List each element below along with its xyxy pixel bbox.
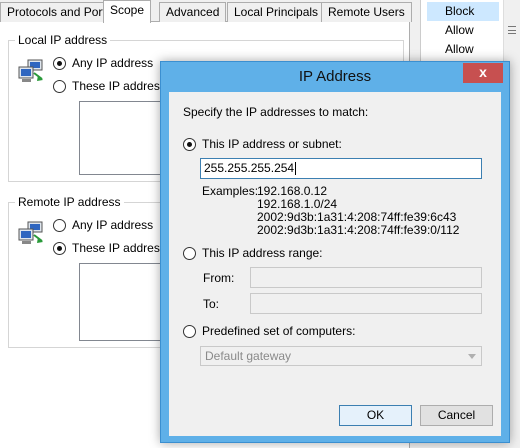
list-item[interactable]: Block [427, 2, 499, 21]
radio-indicator [183, 325, 196, 339]
text-caret [295, 162, 297, 176]
tab-protocols-and-ports[interactable]: Protocols and Ports [0, 2, 119, 22]
instruction-text: Specify the IP addresses to match: [183, 105, 369, 119]
radio-indicator [53, 57, 66, 71]
remote-these-ip-label: These IP address [72, 241, 166, 255]
tab-local-principals[interactable]: Local Principals [227, 2, 326, 22]
remote-ip-group-title: Remote IP address [15, 195, 124, 209]
ip-address-dialog: IP Address x Specify the IP addresses to… [160, 61, 510, 443]
rule-action-list[interactable]: Block Allow Allow [420, 0, 520, 62]
predefined-select[interactable]: Default gateway [200, 346, 482, 366]
radio-indicator [53, 219, 66, 233]
scrollbar-grip-icon [508, 26, 516, 34]
subnet-input-value: 255.255.255.254 [204, 161, 295, 175]
range-label: This IP address range: [202, 246, 323, 260]
tab-advanced[interactable]: Advanced [159, 2, 227, 22]
subnet-radio[interactable]: This IP address or subnet: [183, 137, 342, 152]
cancel-button[interactable]: Cancel [420, 405, 493, 426]
radio-indicator [53, 80, 66, 94]
to-label: To: [203, 297, 220, 311]
remote-ip-listbox[interactable] [79, 263, 169, 341]
network-computers-icon [18, 59, 43, 82]
tab-strip: Protocols and Ports Scope Advanced Local… [0, 0, 412, 23]
remote-any-ip-label: Any IP address [72, 218, 154, 232]
local-ip-listbox[interactable] [79, 101, 169, 175]
subnet-input[interactable]: 255.255.255.254 [200, 158, 482, 179]
range-radio[interactable]: This IP address range: [183, 246, 323, 261]
range-to-input[interactable] [250, 293, 482, 314]
radio-indicator [53, 242, 66, 256]
local-these-ip-label: These IP address [72, 79, 166, 93]
predefined-radio[interactable]: Predefined set of computers: [183, 324, 356, 339]
remote-any-ip-radio[interactable]: Any IP address [53, 218, 154, 233]
network-computers-icon [18, 221, 43, 244]
dialog-body: Specify the IP addresses to match: This … [169, 92, 501, 436]
range-from-input[interactable] [250, 267, 482, 288]
radio-indicator [183, 138, 196, 152]
ok-button[interactable]: OK [339, 405, 412, 426]
list-item[interactable]: Allow [445, 40, 501, 59]
close-button[interactable]: x [463, 63, 503, 83]
local-ip-group-title: Local IP address [15, 33, 111, 47]
close-icon: x [479, 64, 487, 80]
local-any-ip-label: Any IP address [72, 56, 154, 70]
predefined-select-value: Default gateway [205, 349, 292, 363]
local-these-ip-radio[interactable]: These IP address [53, 79, 166, 94]
example-item: 2002:9d3b:1a31:4:208:74ff:fe39:6c43 [257, 210, 457, 224]
examples-label: Examples: [202, 184, 259, 198]
local-any-ip-radio[interactable]: Any IP address [53, 56, 154, 71]
chevron-down-icon [468, 354, 476, 359]
list-item[interactable]: Allow [445, 21, 501, 40]
tab-scope[interactable]: Scope [103, 0, 152, 23]
tab-remote-users[interactable]: Remote Users [321, 2, 412, 22]
remote-these-ip-radio[interactable]: These IP address [53, 241, 166, 256]
vertical-scrollbar[interactable] [503, 0, 520, 62]
predefined-label: Predefined set of computers: [202, 324, 356, 338]
subnet-label: This IP address or subnet: [202, 137, 342, 151]
example-item: 192.168.0.12 [257, 184, 328, 198]
from-label: From: [203, 271, 235, 285]
dialog-title: IP Address [298, 68, 372, 85]
example-item: 192.168.1.0/24 [257, 197, 338, 211]
radio-indicator [183, 247, 196, 261]
example-item: 2002:9d3b:1a31:4:208:74ff:fe39:0/112 [257, 223, 460, 237]
